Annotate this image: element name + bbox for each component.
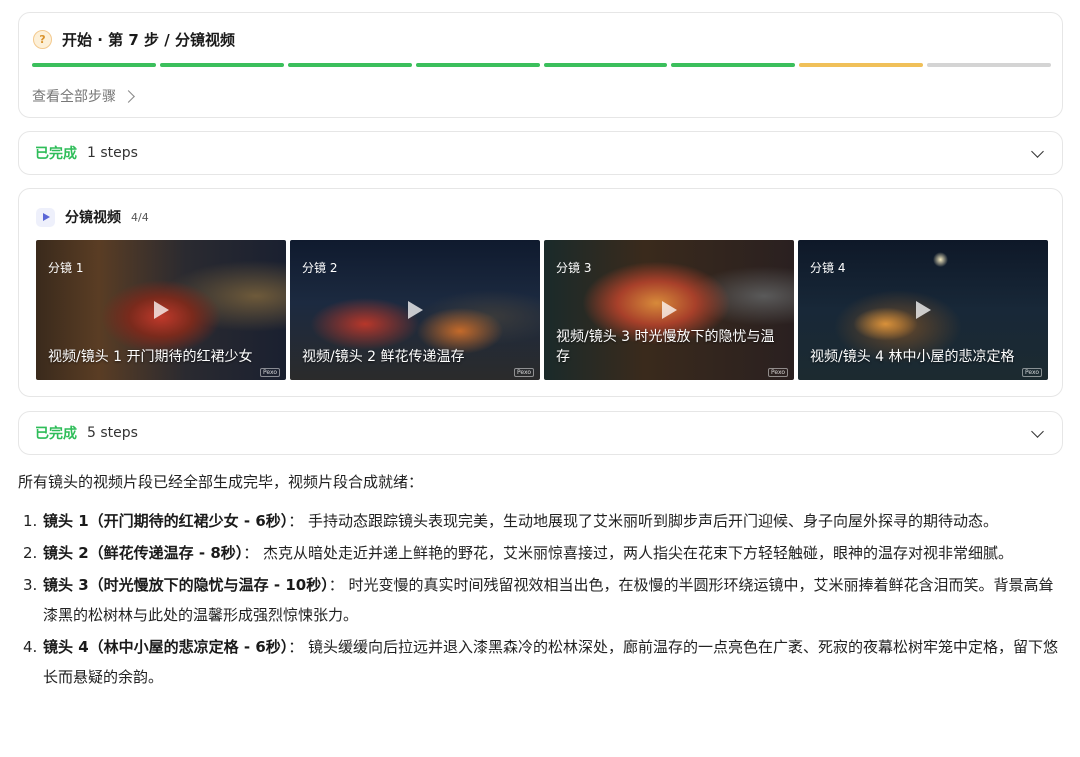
- thumbnail-label: 分镜 1: [48, 261, 84, 275]
- shot-heading: 镜头 2（鲜花传递温存 - 8秒）: [43, 544, 244, 562]
- completed-section-1[interactable]: 已完成 1 steps: [18, 131, 1063, 175]
- progress-segment-8: [927, 63, 1051, 67]
- storyboard-videos-card: 分镜视频 4/4 分镜 1 视频/镜头 1 开门期待的红裙少女 Pexo 分镜 …: [18, 188, 1063, 397]
- step-title-row: ? 开始 · 第 7 步 / 分镜视频: [33, 29, 235, 50]
- chevron-right-icon: [122, 89, 135, 103]
- play-icon: [408, 301, 423, 319]
- shot-number: 3.: [23, 576, 38, 594]
- shot-heading: 镜头 3（时光慢放下的隐忧与温存 - 10秒）: [43, 576, 329, 594]
- shot-list: 1. 镜头 1（开门期待的红裙少女 - 6秒）： 手持动态跟踪镜头表现完美，生动地…: [18, 506, 1063, 692]
- summary-intro: 所有镜头的视频片段已经全部生成完毕，视频片段合成就绪：: [18, 473, 424, 491]
- shot-item: 4. 镜头 4（林中小屋的悲凉定格 - 6秒）： 镜头缓缓向后拉远并退入漆黑森冷的…: [18, 632, 1063, 692]
- videos-counter: 4/4: [131, 210, 149, 224]
- thumbnail-caption: 视频/镜头 1 开门期待的红裙少女: [48, 349, 253, 365]
- thumbnail-caption: 视频/镜头 2 鲜花传递温存: [302, 349, 465, 365]
- chevron-down-icon[interactable]: [1031, 144, 1044, 158]
- step-title: 开始 · 第 7 步 / 分镜视频: [62, 31, 235, 49]
- shot-description: ： 手持动态跟踪镜头表现完美，生动地展现了艾米丽听到脚步声后开门迎候、身子向屋外…: [288, 512, 999, 530]
- shot-heading: 镜头 4（林中小屋的悲凉定格 - 6秒）: [43, 638, 289, 656]
- shot-item: 2. 镜头 2（鲜花传递温存 - 8秒）： 杰克从暗处走近并递上鲜艳的野花，艾米丽…: [18, 538, 1063, 568]
- step-progress-bar: [32, 63, 1051, 67]
- progress-segment-4: [415, 63, 540, 67]
- shot-heading: 镜头 1（开门期待的红裙少女 - 6秒）: [43, 512, 289, 530]
- step-header-card: ? 开始 · 第 7 步 / 分镜视频 查看全部步骤: [18, 12, 1063, 118]
- shot-number: 4.: [23, 638, 38, 656]
- shot-item: 3. 镜头 3（时光慢放下的隐忧与温存 - 10秒）： 时光变慢的真实时间残留视效…: [18, 570, 1063, 630]
- play-icon: [662, 301, 677, 319]
- view-all-steps-label: 查看全部步骤: [32, 89, 116, 105]
- video-thumbnail-4[interactable]: 分镜 4 视频/镜头 4 林中小屋的悲凉定格 Pexo: [798, 240, 1048, 380]
- view-all-steps-link[interactable]: 查看全部步骤: [32, 86, 135, 106]
- play-icon: [36, 207, 55, 227]
- completed-status: 已完成: [35, 146, 77, 162]
- completed-count: 1 steps: [87, 145, 138, 161]
- completed-section-2[interactable]: 已完成 5 steps: [18, 411, 1063, 455]
- play-icon: [154, 301, 169, 319]
- watermark: Pexo: [767, 368, 788, 377]
- shot-number: 1.: [23, 512, 38, 530]
- shot-description: ： 杰克从暗处走近并递上鲜艳的野花，艾米丽惊喜接过，两人指尖在花束下方轻轻触碰，…: [243, 544, 1014, 562]
- shot-number: 2.: [23, 544, 38, 562]
- chevron-down-icon[interactable]: [1031, 424, 1044, 438]
- video-thumbnails: 分镜 1 视频/镜头 1 开门期待的红裙少女 Pexo 分镜 2 视频/镜头 2…: [36, 240, 1048, 380]
- videos-header: 分镜视频 4/4: [36, 207, 149, 227]
- watermark: Pexo: [1021, 368, 1042, 377]
- watermark: Pexo: [513, 368, 534, 377]
- thumbnail-label: 分镜 3: [556, 261, 592, 275]
- question-icon: ?: [33, 30, 52, 49]
- thumbnail-caption: 视频/镜头 3 时光慢放下的隐忧与温存: [556, 329, 775, 365]
- play-icon: [916, 301, 931, 319]
- progress-segment-7: [799, 63, 924, 67]
- watermark: Pexo: [259, 368, 280, 377]
- completed-count: 5 steps: [87, 425, 138, 441]
- video-thumbnail-1[interactable]: 分镜 1 视频/镜头 1 开门期待的红裙少女 Pexo: [36, 240, 286, 380]
- progress-segment-2: [159, 63, 284, 67]
- video-thumbnail-2[interactable]: 分镜 2 视频/镜头 2 鲜花传递温存 Pexo: [290, 240, 540, 380]
- thumbnail-label: 分镜 2: [302, 261, 338, 275]
- shot-item: 1. 镜头 1（开门期待的红裙少女 - 6秒）： 手持动态跟踪镜头表现完美，生动地…: [18, 506, 1063, 536]
- progress-segment-6: [671, 63, 796, 67]
- progress-segment-5: [543, 63, 668, 67]
- summary-text: 所有镜头的视频片段已经全部生成完毕，视频片段合成就绪： 1. 镜头 1（开门期待的…: [18, 471, 1063, 694]
- videos-title: 分镜视频: [65, 210, 121, 226]
- video-thumbnail-3[interactable]: 分镜 3 视频/镜头 3 时光慢放下的隐忧与温存 Pexo: [544, 240, 794, 380]
- thumbnail-caption: 视频/镜头 4 林中小屋的悲凉定格: [810, 349, 1015, 365]
- progress-segment-1: [32, 63, 156, 67]
- completed-status: 已完成: [35, 426, 77, 442]
- thumbnail-label: 分镜 4: [810, 261, 846, 275]
- progress-segment-3: [287, 63, 412, 67]
